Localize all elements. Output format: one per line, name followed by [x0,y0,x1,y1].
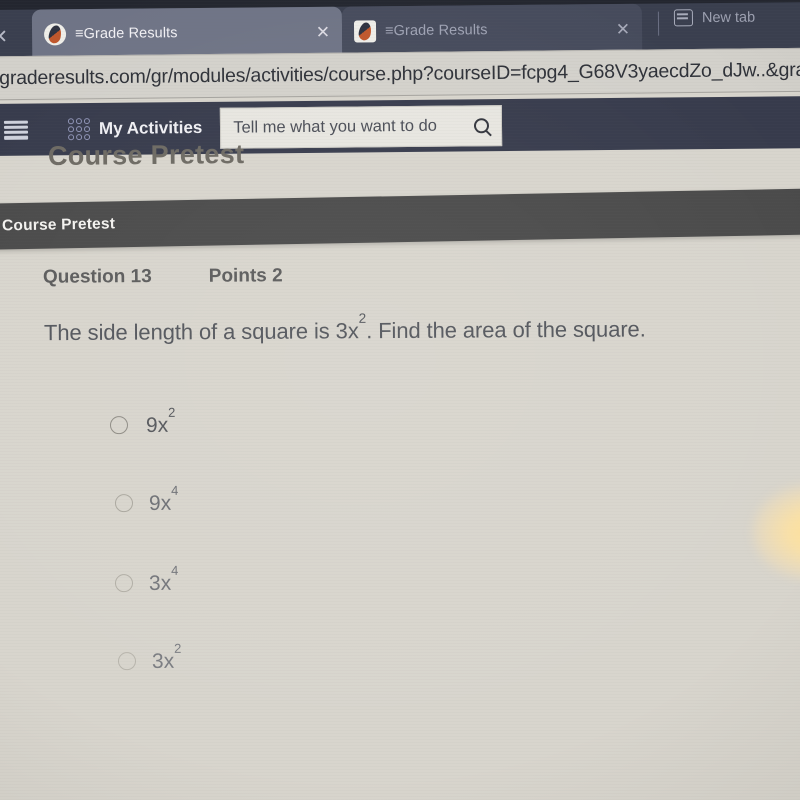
radio-button-icon[interactable] [114,494,134,513]
answer-option-2[interactable]: 9x4 [114,483,179,516]
address-bar-url[interactable]: .graderesults.com/gr/modules/activities/… [0,58,800,90]
activity-header-bar: Course Pretest [0,188,800,250]
answer-option-2-base: 9x [148,491,172,515]
grade-results-logo-icon [353,20,377,43]
radio-button-icon[interactable] [114,574,134,593]
answer-option-3-exponent: 4 [171,562,179,578]
answer-option-3-label: 3x4 [148,563,179,596]
answer-option-4[interactable]: 3x2 [117,641,182,674]
question-prompt: The side length of a square is 3x2. Find… [43,310,646,346]
answer-option-2-label: 9x4 [148,483,179,516]
answer-option-4-base: 3x [151,649,175,673]
search-input[interactable]: Tell me what you want to do [220,104,503,149]
activity-title: Course Pretest [1,215,116,235]
question-prompt-exponent: 2 [358,310,367,326]
answer-option-1-exponent: 2 [168,404,176,420]
tab-strip-divider [657,11,660,36]
answer-option-2-exponent: 4 [171,482,179,498]
screen-photo: ✕ ≡Grade Results ✕ ≡Grade Results ✕ New … [0,0,800,800]
search-placeholder: Tell me what you want to do [233,116,437,137]
browser-tab-2[interactable]: ≡Grade Results ✕ [341,3,643,57]
browser-tab-1[interactable]: ≡Grade Results ✕ [31,6,343,60]
answer-option-4-exponent: 2 [174,640,182,656]
radio-button-icon[interactable] [117,652,137,671]
browser-tab-2-close-icon[interactable]: ✕ [616,19,630,38]
grade-results-logo-icon [43,23,67,46]
question-number: Question 13 [42,266,152,288]
answer-option-3-base: 3x [148,571,172,595]
answer-option-1[interactable]: 9x2 [109,405,176,438]
browser-tab-2-title: ≡Grade Results [384,22,488,40]
question-prompt-part-2: . Find the area of the square. [366,316,646,344]
search-icon[interactable] [474,117,490,133]
browser-tab-1-title: ≡Grade Results [74,25,178,43]
question-meta: Question 13 Points 2 [43,265,283,288]
hamburger-menu-icon[interactable] [3,120,29,140]
question-panel: Question 13 Points 2 The side length of … [0,242,800,800]
question-prompt-part-1: The side length of a square is 3x [43,318,359,346]
question-points: Points 2 [208,265,283,287]
answer-option-1-base: 9x [145,413,169,437]
answer-option-3[interactable]: 3x4 [114,563,179,596]
browser-address-bar[interactable]: .graderesults.com/gr/modules/activities/… [0,47,800,101]
browser-tab-1-close-icon[interactable]: ✕ [316,22,330,41]
page-title: Course Pretest [47,138,245,172]
answer-option-1-label: 9x2 [145,405,176,438]
radio-button-icon[interactable] [109,416,129,435]
nav-item-my-activities[interactable]: My Activities [99,118,202,139]
window-close-button[interactable]: ✕ [0,26,8,49]
new-tab-label: New tab [701,9,756,26]
activities-grid-icon[interactable] [67,118,91,141]
new-tab-icon [673,9,694,27]
answer-option-4-label: 3x2 [151,641,182,674]
new-tab-button[interactable]: New tab [673,9,756,27]
